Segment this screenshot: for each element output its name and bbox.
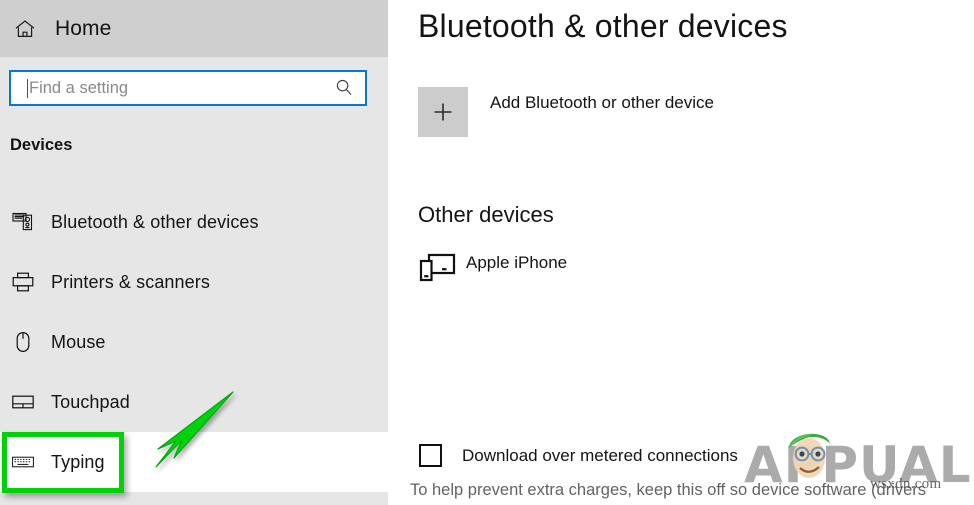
- settings-window: Home Devices: [0, 0, 974, 505]
- sidebar-item-bluetooth[interactable]: Bluetooth & other devices: [0, 192, 388, 252]
- other-devices-heading: Other devices: [418, 202, 554, 227]
- sidebar-item-mouse[interactable]: Mouse: [0, 312, 388, 372]
- sidebar: Home Devices: [0, 0, 388, 505]
- sidebar-item-label: Printers & scanners: [51, 271, 210, 292]
- home-label: Home: [55, 16, 112, 40]
- keyboard-icon: [11, 450, 45, 474]
- device-label: Apple iPhone: [466, 253, 568, 272]
- main-content: Bluetooth & other devices Add Bluetooth …: [388, 0, 974, 505]
- metered-checkbox-label: Download over metered connections: [462, 445, 738, 465]
- touchpad-icon: [11, 390, 45, 414]
- mouse-icon: [11, 330, 45, 354]
- sidebar-item-label: Mouse: [51, 331, 106, 352]
- search-icon[interactable]: [329, 73, 359, 103]
- metered-helper-text: To help prevent extra charges, keep this…: [410, 481, 927, 499]
- search-box[interactable]: [9, 70, 367, 106]
- printer-icon: [11, 270, 45, 294]
- home-icon: [12, 16, 38, 42]
- sidebar-item-typing[interactable]: Typing: [0, 432, 388, 492]
- sidebar-nav-list: Bluetooth & other devices Printers & sca…: [0, 192, 388, 492]
- bluetooth-device-icon: [11, 210, 45, 234]
- add-device-button[interactable]: Add Bluetooth or other device: [418, 87, 714, 137]
- plus-icon: [418, 87, 468, 137]
- sidebar-item-label: Typing: [51, 451, 105, 472]
- page-title: Bluetooth & other devices: [418, 8, 788, 44]
- sidebar-home-button[interactable]: Home: [0, 0, 388, 57]
- list-item[interactable]: Apple iPhone: [418, 251, 567, 285]
- metered-checkbox[interactable]: [419, 444, 442, 467]
- sidebar-item-touchpad[interactable]: Touchpad: [0, 372, 388, 432]
- sidebar-item-printers[interactable]: Printers & scanners: [0, 252, 388, 312]
- search-input[interactable]: [28, 72, 329, 104]
- metered-checkbox-row[interactable]: Download over metered connections: [419, 444, 738, 467]
- add-device-label: Add Bluetooth or other device: [490, 93, 714, 112]
- sidebar-item-label: Touchpad: [51, 391, 130, 412]
- sidebar-item-label: Bluetooth & other devices: [51, 211, 259, 232]
- phone-and-tablet-icon: [418, 251, 462, 285]
- sidebar-group-title: Devices: [10, 136, 73, 154]
